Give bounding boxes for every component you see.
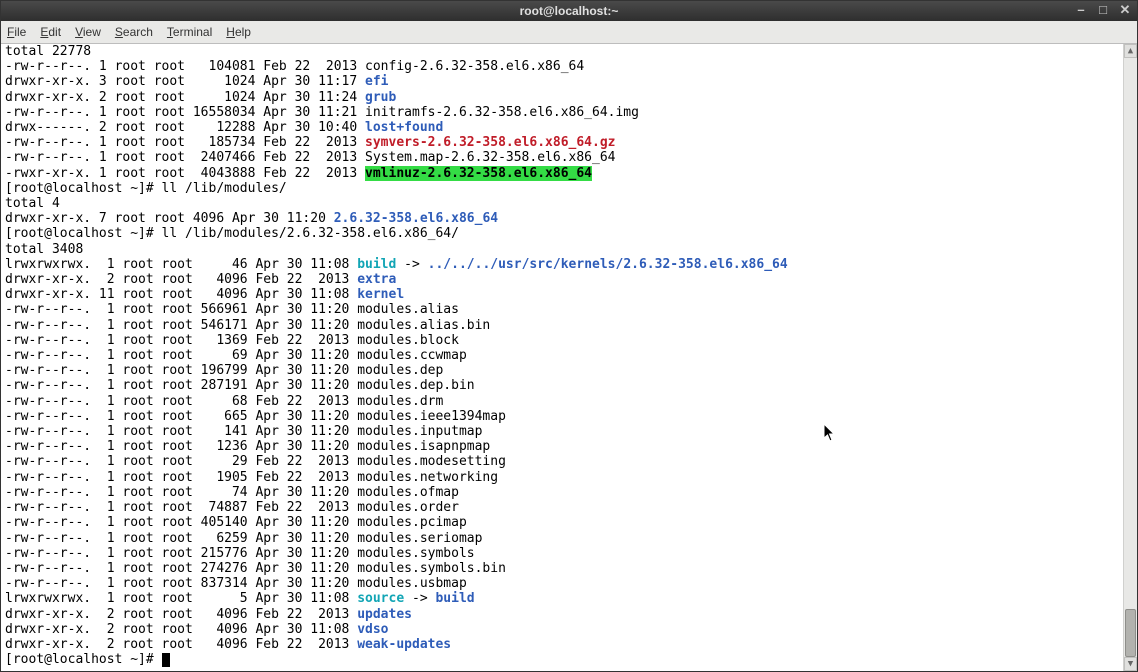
scrollbar[interactable]: ▲ ▼	[1123, 44, 1137, 671]
line: -rw-r--r--. 1 root root 104081 Feb 22 20…	[5, 59, 584, 74]
scroll-down-icon[interactable]: ▼	[1124, 657, 1137, 671]
terminal-area: total 22778 -rw-r--r--. 1 root root 1040…	[1, 44, 1137, 671]
line: drwxr-xr-x. 2 root root 4096 Feb 22 2013	[5, 272, 357, 287]
dir-weak: weak-updates	[357, 637, 451, 652]
menu-search[interactable]: Search	[115, 25, 153, 39]
line: -rw-r--r--. 1 root root 837314 Apr 30 11…	[5, 576, 467, 591]
dir-kernel: kernel	[357, 287, 404, 302]
line: drwxr-xr-x. 2 root root 1024 Apr 30 11:2…	[5, 90, 365, 105]
line: -rw-r--r--. 1 root root 1236 Apr 30 11:2…	[5, 439, 490, 454]
cursor	[162, 653, 170, 667]
window-controls: – □ ✕	[1073, 3, 1133, 17]
line: lrwxrwxrwx. 1 root root 5 Apr 30 11:08	[5, 591, 357, 606]
line: -rw-r--r--. 1 root root 185734 Feb 22 20…	[5, 135, 365, 150]
line: lrwxrwxrwx. 1 root root 46 Apr 30 11:08	[5, 257, 357, 272]
file-vmlinuz: vmlinuz-2.6.32-358.el6.x86_64	[365, 166, 592, 181]
line: -rw-r--r--. 1 root root 405140 Apr 30 11…	[5, 515, 467, 530]
titlebar[interactable]: root@localhost:~ – □ ✕	[1, 1, 1137, 21]
dir-lostfound: lost+found	[365, 120, 443, 135]
link-target: ../../../usr/src/kernels/2.6.32-358.el6.…	[428, 257, 788, 272]
terminal-window: root@localhost:~ – □ ✕ File Edit View Se…	[0, 0, 1138, 672]
line: drwx------. 2 root root 12288 Apr 30 10:…	[5, 120, 365, 135]
dir-kver: 2.6.32-358.el6.x86_64	[334, 211, 498, 226]
line: -rw-r--r--. 1 root root 566961 Apr 30 11…	[5, 302, 459, 317]
line: -rw-r--r--. 1 root root 69 Apr 30 11:20 …	[5, 348, 467, 363]
line: total 3408	[5, 242, 83, 257]
line: -rw-r--r--. 1 root root 68 Feb 22 2013 m…	[5, 394, 443, 409]
line: drwxr-xr-x. 3 root root 1024 Apr 30 11:1…	[5, 74, 365, 89]
dir-vdso: vdso	[357, 622, 388, 637]
line: -rw-r--r--. 1 root root 6259 Apr 30 11:2…	[5, 531, 482, 546]
scroll-up-icon[interactable]: ▲	[1124, 44, 1137, 58]
line: -rw-r--r--. 1 root root 215776 Apr 30 11…	[5, 546, 475, 561]
line: -rw-r--r--. 1 root root 74887 Feb 22 201…	[5, 500, 459, 515]
link-source: source	[357, 591, 404, 606]
scrollbar-track[interactable]	[1124, 58, 1137, 657]
line: -rw-r--r--. 1 root root 2407466 Feb 22 2…	[5, 150, 615, 165]
line: -rw-r--r--. 1 root root 74 Apr 30 11:20 …	[5, 485, 459, 500]
line: drwxr-xr-x. 7 root root 4096 Apr 30 11:2…	[5, 211, 334, 226]
dir-grub: grub	[365, 90, 396, 105]
line: -rw-r--r--. 1 root root 29 Feb 22 2013 m…	[5, 454, 506, 469]
line: -rw-r--r--. 1 root root 196799 Apr 30 11…	[5, 363, 443, 378]
menu-view[interactable]: View	[75, 25, 101, 39]
menu-edit[interactable]: Edit	[40, 25, 61, 39]
prompt: [root@localhost ~]#	[5, 652, 162, 667]
close-button[interactable]: ✕	[1117, 3, 1133, 17]
line: -rw-r--r--. 1 root root 141 Apr 30 11:20…	[5, 424, 482, 439]
menubar: File Edit View Search Terminal Help	[1, 21, 1137, 44]
minimize-button[interactable]: –	[1073, 3, 1089, 17]
line: -rw-r--r--. 1 root root 1905 Feb 22 2013…	[5, 470, 498, 485]
menu-help[interactable]: Help	[226, 25, 251, 39]
line: -rw-r--r--. 1 root root 274276 Apr 30 11…	[5, 561, 506, 576]
window-title: root@localhost:~	[520, 4, 619, 18]
line: drwxr-xr-x. 2 root root 4096 Feb 22 2013	[5, 607, 357, 622]
maximize-button[interactable]: □	[1095, 3, 1111, 17]
file-symvers: symvers-2.6.32-358.el6.x86_64.gz	[365, 135, 615, 150]
link-target-build: build	[435, 591, 474, 606]
dir-updates: updates	[357, 607, 412, 622]
prompt: [root@localhost ~]# ll /lib/modules/	[5, 181, 287, 196]
line: -rwxr-xr-x. 1 root root 4043888 Feb 22 2…	[5, 166, 365, 181]
line: -rw-r--r--. 1 root root 16558034 Apr 30 …	[5, 105, 639, 120]
line: drwxr-xr-x. 2 root root 4096 Apr 30 11:0…	[5, 622, 357, 637]
scrollbar-thumb[interactable]	[1125, 609, 1136, 657]
line: -rw-r--r--. 1 root root 546171 Apr 30 11…	[5, 318, 490, 333]
menu-terminal[interactable]: Terminal	[167, 25, 212, 39]
terminal-output[interactable]: total 22778 -rw-r--r--. 1 root root 1040…	[1, 44, 1123, 671]
link-build: build	[357, 257, 396, 272]
line: total 22778	[5, 44, 91, 59]
line: -rw-r--r--. 1 root root 665 Apr 30 11:20…	[5, 409, 506, 424]
dir-extra: extra	[357, 272, 396, 287]
line: total 4	[5, 196, 60, 211]
line: -rw-r--r--. 1 root root 287191 Apr 30 11…	[5, 378, 475, 393]
line: -rw-r--r--. 1 root root 1369 Feb 22 2013…	[5, 333, 459, 348]
dir-efi: efi	[365, 74, 388, 89]
prompt: [root@localhost ~]# ll /lib/modules/2.6.…	[5, 226, 459, 241]
line: drwxr-xr-x. 2 root root 4096 Feb 22 2013	[5, 637, 357, 652]
line: drwxr-xr-x. 11 root root 4096 Apr 30 11:…	[5, 287, 357, 302]
menu-file[interactable]: File	[7, 25, 26, 39]
